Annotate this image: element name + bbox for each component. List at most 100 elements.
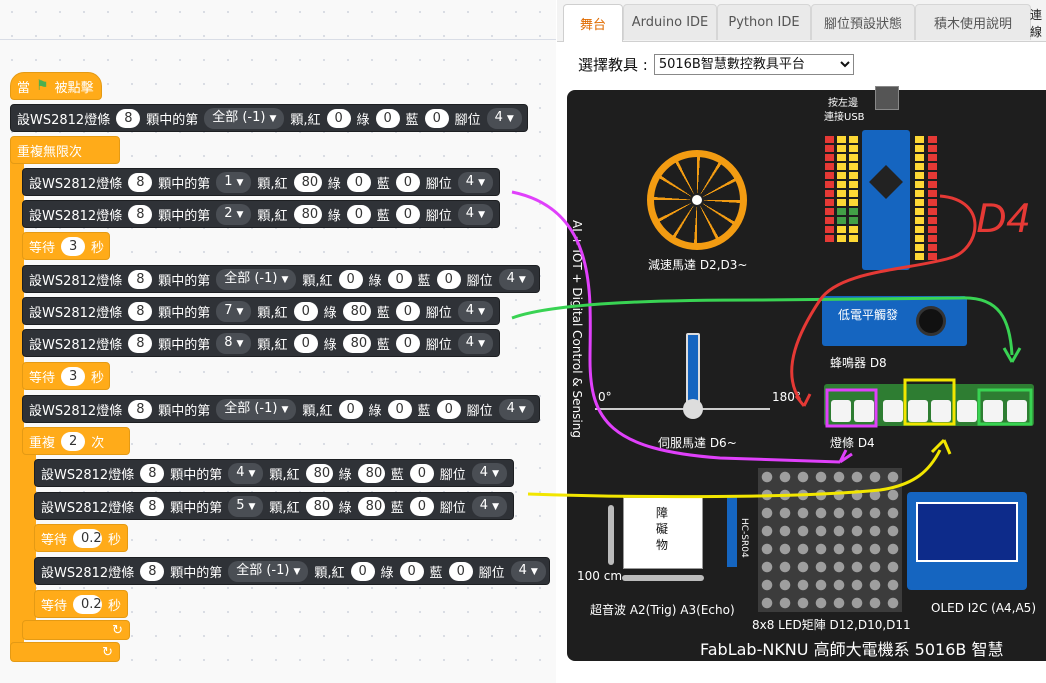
red-input[interactable]: 0: [338, 399, 363, 419]
led-count-input[interactable]: 8: [116, 108, 141, 128]
distance-slider[interactable]: [622, 575, 704, 581]
green-input[interactable]: 0: [387, 269, 412, 289]
ws2812-set-block[interactable]: 設WS2812燈條 8 顆中的第 7 ▼ 顆,紅 0 綠 80 藍 0 腳位 4 ▼: [22, 297, 500, 325]
pin-dropdown[interactable]: 4 ▼: [498, 398, 534, 420]
blue-input[interactable]: 0: [395, 204, 420, 224]
blue-input[interactable]: 0: [409, 463, 434, 483]
usb-hint-2: 連接USB: [824, 112, 865, 123]
pin-dropdown[interactable]: 4 ▼: [457, 332, 493, 354]
ws2812-set-block[interactable]: 設WS2812燈條 8 顆中的第 2 ▼ 顆,紅 80 綠 0 藍 0 腳位 4 ▼: [22, 200, 500, 228]
blue-input[interactable]: 0: [436, 269, 461, 289]
led-index-dropdown[interactable]: 全部 (-1) ▼: [216, 398, 297, 420]
blue-input[interactable]: 0: [409, 496, 434, 516]
led-count-input[interactable]: 8: [128, 399, 153, 419]
blue-input[interactable]: 0: [395, 301, 420, 321]
forever-block[interactable]: 重複無限次: [10, 136, 120, 164]
led-index-dropdown[interactable]: 全部 (-1) ▼: [204, 107, 285, 129]
wait-block[interactable]: 等待 0.2 秒: [34, 524, 128, 552]
green-input[interactable]: 80: [342, 333, 371, 353]
blue-input[interactable]: 0: [448, 561, 473, 581]
wait-seconds-input[interactable]: 3: [61, 236, 86, 256]
blue-input[interactable]: 0: [395, 172, 420, 192]
led-count-input[interactable]: 8: [128, 172, 153, 192]
block-text: 顆,紅: [302, 403, 333, 419]
led-count-input[interactable]: 8: [128, 333, 153, 353]
green-input[interactable]: 80: [357, 496, 385, 516]
blue-input[interactable]: 0: [424, 108, 449, 128]
connect-label[interactable]: 連線: [1030, 6, 1046, 40]
led-count-input[interactable]: 8: [128, 204, 153, 224]
wait-block[interactable]: 等待 0.2 秒: [34, 590, 128, 618]
led-index-dropdown[interactable]: 全部 (-1) ▼: [216, 268, 297, 290]
tab-arduino-ide[interactable]: Arduino IDE: [623, 4, 717, 40]
red-input[interactable]: 0: [338, 269, 363, 289]
tab-block-help[interactable]: 積木使用說明: [915, 4, 1031, 40]
blue-input[interactable]: 0: [395, 333, 420, 353]
red-input[interactable]: 80: [293, 172, 322, 192]
ws2812-set-block[interactable]: 設WS2812燈條 8 顆中的第 1 ▼ 顆,紅 80 綠 0 藍 0 腳位 4 ▼: [22, 168, 500, 196]
pin-dropdown[interactable]: 4 ▼: [471, 495, 507, 517]
pin-dropdown[interactable]: 4 ▼: [510, 560, 546, 582]
wait-seconds-input[interactable]: 0.2: [73, 594, 102, 614]
red-input[interactable]: 0: [293, 333, 318, 353]
ws2812-set-block[interactable]: 設WS2812燈條 8 顆中的第 全部 (-1) ▼ 顆,紅 0 綠 0 藍 0 …: [22, 265, 540, 293]
when-flag-clicked-hat[interactable]: 當 ⚑ 被點擊: [10, 72, 102, 100]
led-index-dropdown[interactable]: 全部 (-1) ▼: [228, 560, 309, 582]
repeat-count-input[interactable]: 2: [61, 431, 86, 451]
led-index-dropdown[interactable]: 2 ▼: [216, 203, 252, 225]
block-text: 顆,紅: [269, 500, 300, 516]
usb-hint-1: 按左邊: [828, 98, 858, 109]
pin-dropdown[interactable]: 4 ▼: [486, 107, 522, 129]
block-text: 顆中的第: [170, 565, 223, 581]
pin-dropdown[interactable]: 4 ▼: [457, 300, 493, 322]
led-index-dropdown[interactable]: 4 ▼: [228, 462, 264, 484]
servo-knob[interactable]: [683, 399, 703, 419]
red-input[interactable]: 0: [293, 301, 318, 321]
green-input[interactable]: 0: [346, 172, 371, 192]
pin-dropdown[interactable]: 4 ▼: [471, 462, 507, 484]
green-input[interactable]: 80: [357, 463, 385, 483]
ws2812-set-block[interactable]: 設WS2812燈條 8 顆中的第 全部 (-1) ▼ 顆,紅 0 綠 0 藍 0 …: [10, 104, 528, 132]
wait-block[interactable]: 等待 3 秒: [22, 362, 110, 390]
led-count-input[interactable]: 8: [140, 463, 165, 483]
wait-seconds-input[interactable]: 3: [61, 366, 86, 386]
repeat-block[interactable]: 重複 2 次: [22, 427, 130, 455]
red-input[interactable]: 80: [293, 204, 322, 224]
repeat-end-cap: ↻: [22, 620, 130, 640]
wait-block[interactable]: 等待 3 秒: [22, 232, 110, 260]
ws2812-set-block[interactable]: 設WS2812燈條 8 顆中的第 5 ▼ 顆,紅 80 綠 80 藍 0 腳位 4…: [34, 492, 514, 520]
tab-python-ide[interactable]: Python IDE: [717, 4, 811, 40]
red-input[interactable]: 0: [326, 108, 351, 128]
led-index-dropdown[interactable]: 1 ▼: [216, 171, 252, 193]
pin-dropdown[interactable]: 4 ▼: [457, 203, 493, 225]
distance-slider-track[interactable]: [608, 505, 614, 565]
wait-seconds-input[interactable]: 0.2: [73, 528, 102, 548]
pin-dropdown[interactable]: 4 ▼: [498, 268, 534, 290]
ws2812-set-block[interactable]: 設WS2812燈條 8 顆中的第 全部 (-1) ▼ 顆,紅 0 綠 0 藍 0 …: [34, 557, 550, 585]
green-input[interactable]: 0: [387, 399, 412, 419]
red-input[interactable]: 0: [350, 561, 375, 581]
pin-dropdown[interactable]: 4 ▼: [457, 171, 493, 193]
led-count-input[interactable]: 8: [128, 269, 153, 289]
green-input[interactable]: 0: [346, 204, 371, 224]
blue-input[interactable]: 0: [436, 399, 461, 419]
kit-selector-dropdown[interactable]: 5016B智慧數控教具平台: [653, 54, 854, 75]
tab-pin-defaults[interactable]: 腳位預設狀態: [811, 4, 915, 40]
led-index-dropdown[interactable]: 7 ▼: [216, 300, 252, 322]
led-index-dropdown[interactable]: 8 ▼: [216, 332, 252, 354]
led-count-input[interactable]: 8: [128, 301, 153, 321]
led-index-dropdown[interactable]: 5 ▼: [228, 495, 264, 517]
red-input[interactable]: 80: [305, 463, 333, 483]
green-input[interactable]: 0: [399, 561, 424, 581]
buzzer-trigger-label: 低電平觸發: [838, 308, 899, 322]
ws2812-set-block[interactable]: 設WS2812燈條 8 顆中的第 8 ▼ 顆,紅 0 綠 80 藍 0 腳位 4 ▼: [22, 329, 500, 357]
tab-stage[interactable]: 舞台: [563, 4, 623, 42]
red-input[interactable]: 80: [305, 496, 333, 516]
led-count-input[interactable]: 8: [140, 561, 165, 581]
block-workspace[interactable]: 當 ⚑ 被點擊 設WS2812燈條 8 顆中的第 全部 (-1) ▼ 顆,紅 0 …: [0, 0, 556, 683]
ws2812-set-block[interactable]: 設WS2812燈條 8 顆中的第 4 ▼ 顆,紅 80 綠 80 藍 0 腳位 4…: [34, 459, 514, 487]
led-count-input[interactable]: 8: [140, 496, 165, 516]
green-input[interactable]: 80: [342, 301, 371, 321]
green-input[interactable]: 0: [375, 108, 400, 128]
ws2812-set-block[interactable]: 設WS2812燈條 8 顆中的第 全部 (-1) ▼ 顆,紅 0 綠 0 藍 0 …: [22, 395, 540, 423]
